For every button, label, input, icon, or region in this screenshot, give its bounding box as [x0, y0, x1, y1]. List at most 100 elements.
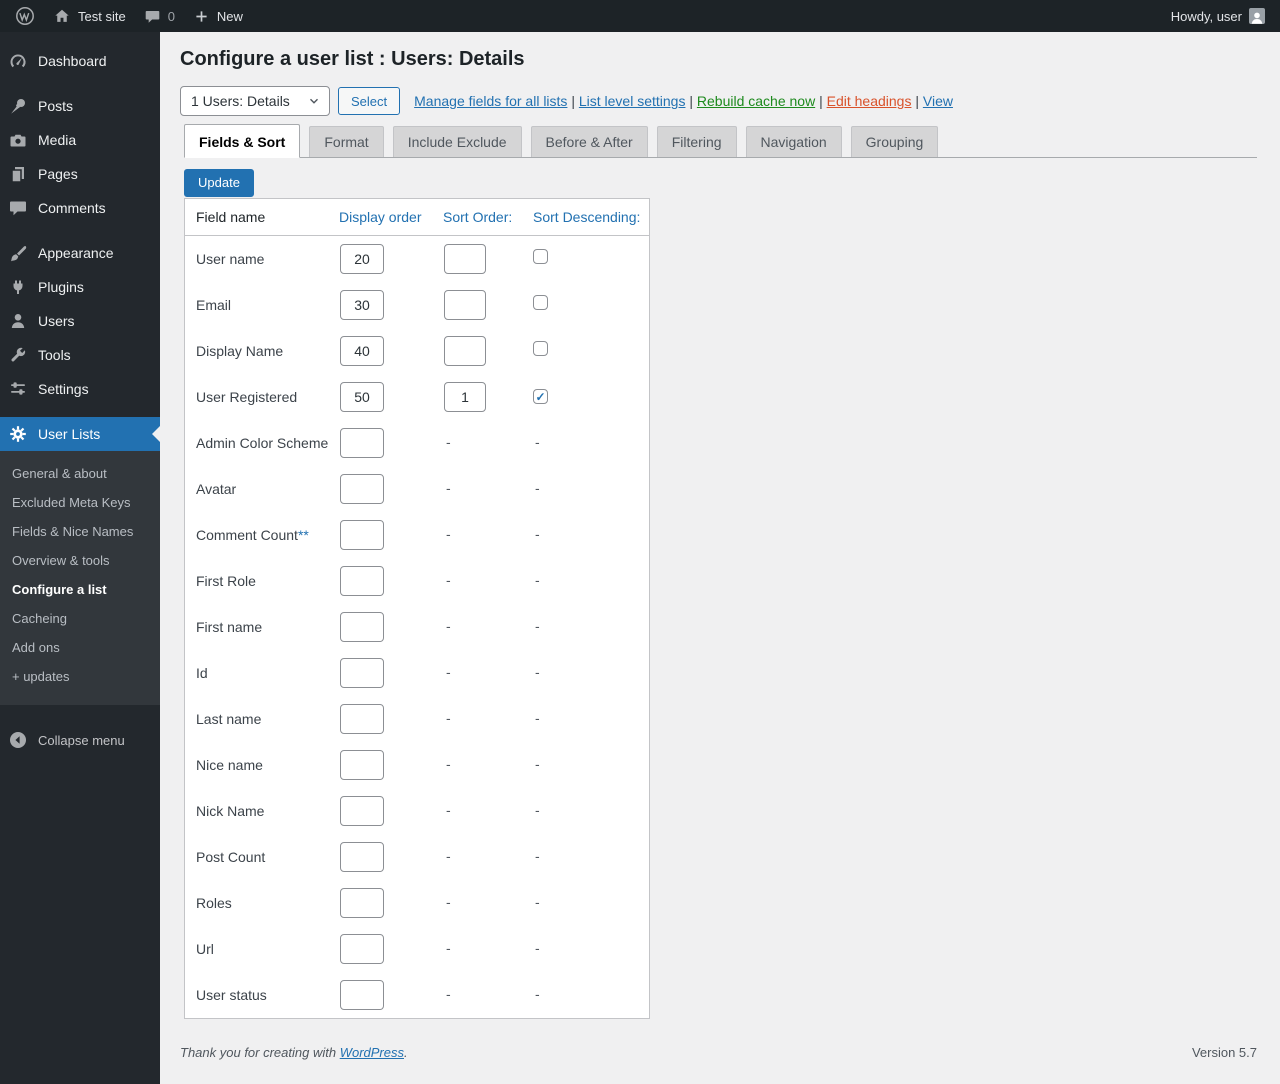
action-link-view[interactable]: View: [923, 93, 953, 109]
tabs-row: Fields & Sort Format Include Exclude Before…: [184, 124, 1257, 158]
submenu-item-excluded-meta-keys[interactable]: Excluded Meta Keys: [0, 488, 160, 517]
display-order-input[interactable]: [340, 290, 384, 320]
field-name-label: Id: [196, 665, 208, 681]
collapse-label: Collapse menu: [38, 733, 125, 748]
table-row: Roles - -: [185, 880, 649, 926]
no-sort-dash: -: [533, 664, 540, 680]
table-row: Avatar - -: [185, 466, 649, 512]
display-order-input[interactable]: [340, 336, 384, 366]
submenu-item-cacheing[interactable]: Cacheing: [0, 604, 160, 633]
paintbrush-icon: [8, 243, 28, 263]
sidebar-item-comments[interactable]: Comments: [0, 191, 160, 225]
tab-grouping[interactable]: Grouping: [851, 126, 939, 157]
sidebar-item-users[interactable]: Users: [0, 304, 160, 338]
display-order-input[interactable]: [340, 704, 384, 734]
no-sort-dash: -: [444, 802, 451, 818]
sort-descending-checkbox[interactable]: ✓: [533, 389, 548, 404]
field-name-label: Admin Color Scheme: [196, 435, 328, 451]
display-order-input[interactable]: [340, 428, 384, 458]
action-link-manage-fields-for-all-lists[interactable]: Manage fields for all lists: [414, 93, 567, 109]
tab-filtering[interactable]: Filtering: [657, 126, 737, 157]
footer: Thank you for creating with WordPress. V…: [180, 1045, 1257, 1060]
col-sort-order-link[interactable]: Sort Order:: [433, 209, 523, 225]
table-row: Nick Name - -: [185, 788, 649, 834]
submenu-item-general-about[interactable]: General & about: [0, 459, 160, 488]
sort-order-input[interactable]: [444, 336, 486, 366]
sort-descending-checkbox[interactable]: [533, 249, 548, 264]
update-button[interactable]: Update: [184, 169, 254, 197]
display-order-input[interactable]: [340, 980, 384, 1010]
account-menu[interactable]: Howdy, user: [1162, 0, 1274, 32]
wordpress-link[interactable]: WordPress: [340, 1045, 404, 1060]
sidebar-item-user-lists[interactable]: User Lists: [0, 417, 160, 451]
sidebar-item-posts[interactable]: Posts: [0, 89, 160, 123]
table-row: First Role - -: [185, 558, 649, 604]
no-sort-dash: -: [533, 986, 540, 1002]
col-sort-descending-link[interactable]: Sort Descending:: [523, 209, 651, 225]
plus-icon: [193, 8, 210, 25]
select-button[interactable]: Select: [338, 87, 400, 115]
display-order-input[interactable]: [340, 382, 384, 412]
sort-order-input[interactable]: [444, 244, 486, 274]
no-sort-dash: -: [444, 434, 451, 450]
display-order-input[interactable]: [340, 612, 384, 642]
display-order-input[interactable]: [340, 796, 384, 826]
sidebar-item-media[interactable]: Media: [0, 123, 160, 157]
sort-descending-checkbox[interactable]: [533, 295, 548, 310]
tab-before-after[interactable]: Before & After: [531, 126, 648, 157]
sidebar-item-pages[interactable]: Pages: [0, 157, 160, 191]
wordpress-logo-menu[interactable]: [6, 0, 44, 32]
submenu-item-overview-tools[interactable]: Overview & tools: [0, 546, 160, 575]
display-order-input[interactable]: [340, 934, 384, 964]
tab-include-exclude[interactable]: Include Exclude: [393, 126, 522, 157]
table-row: User status - -: [185, 972, 649, 1018]
display-order-input[interactable]: [340, 658, 384, 688]
new-menu[interactable]: New: [184, 0, 252, 32]
submenu-item-fields-nice-names[interactable]: Fields & Nice Names: [0, 517, 160, 546]
sort-descending-checkbox[interactable]: [533, 341, 548, 356]
tab-navigation[interactable]: Navigation: [746, 126, 842, 157]
action-link-rebuild-cache-now[interactable]: Rebuild cache now: [697, 93, 815, 109]
submenu-item-add-ons[interactable]: Add ons: [0, 633, 160, 662]
display-order-input[interactable]: [340, 566, 384, 596]
collapse-menu-button[interactable]: Collapse menu: [0, 723, 160, 757]
submenu-item-updates[interactable]: + updates: [0, 662, 160, 691]
col-display-order-link[interactable]: Display order: [329, 209, 433, 225]
sidebar-item-dashboard[interactable]: Dashboard: [0, 44, 160, 78]
user-icon: [8, 311, 28, 331]
display-order-input[interactable]: [340, 474, 384, 504]
sidebar-item-settings[interactable]: Settings: [0, 372, 160, 406]
tab-fields-sort[interactable]: Fields & Sort: [184, 124, 300, 158]
sort-order-input[interactable]: [444, 382, 486, 412]
display-order-input[interactable]: [340, 842, 384, 872]
site-name: Test site: [78, 9, 126, 24]
sidebar-item-appearance[interactable]: Appearance: [0, 236, 160, 270]
sidebar-item-plugins[interactable]: Plugins: [0, 270, 160, 304]
display-order-input[interactable]: [340, 888, 384, 918]
no-sort-dash: -: [444, 986, 451, 1002]
table-row: Admin Color Scheme - -: [185, 420, 649, 466]
sort-order-input[interactable]: [444, 290, 486, 320]
action-link-edit-headings[interactable]: Edit headings: [827, 93, 912, 109]
display-order-input[interactable]: [340, 520, 384, 550]
sidebar-item-label: Plugins: [38, 279, 84, 295]
site-menu[interactable]: Test site: [44, 0, 135, 32]
sidebar-item-tools[interactable]: Tools: [0, 338, 160, 372]
display-order-input[interactable]: [340, 244, 384, 274]
link-separator: |: [815, 93, 826, 109]
display-order-input[interactable]: [340, 750, 384, 780]
action-link-list-level-settings[interactable]: List level settings: [579, 93, 686, 109]
field-name-label: Display Name: [196, 343, 283, 359]
sidebar-item-label: Posts: [38, 98, 73, 114]
field-name-label: User name: [196, 251, 264, 267]
table-row: Nice name - -: [185, 742, 649, 788]
no-sort-dash: -: [533, 572, 540, 588]
submenu-item-configure-a-list[interactable]: Configure a list: [0, 575, 160, 604]
tab-format[interactable]: Format: [309, 126, 383, 157]
field-footnote-link[interactable]: **: [298, 527, 309, 543]
comments-menu[interactable]: 0: [135, 0, 184, 32]
field-name-label: Nice name: [196, 757, 263, 773]
link-separator: |: [685, 93, 696, 109]
field-name-label: Roles: [196, 895, 232, 911]
list-select[interactable]: 1 Users: Details: [180, 86, 330, 116]
